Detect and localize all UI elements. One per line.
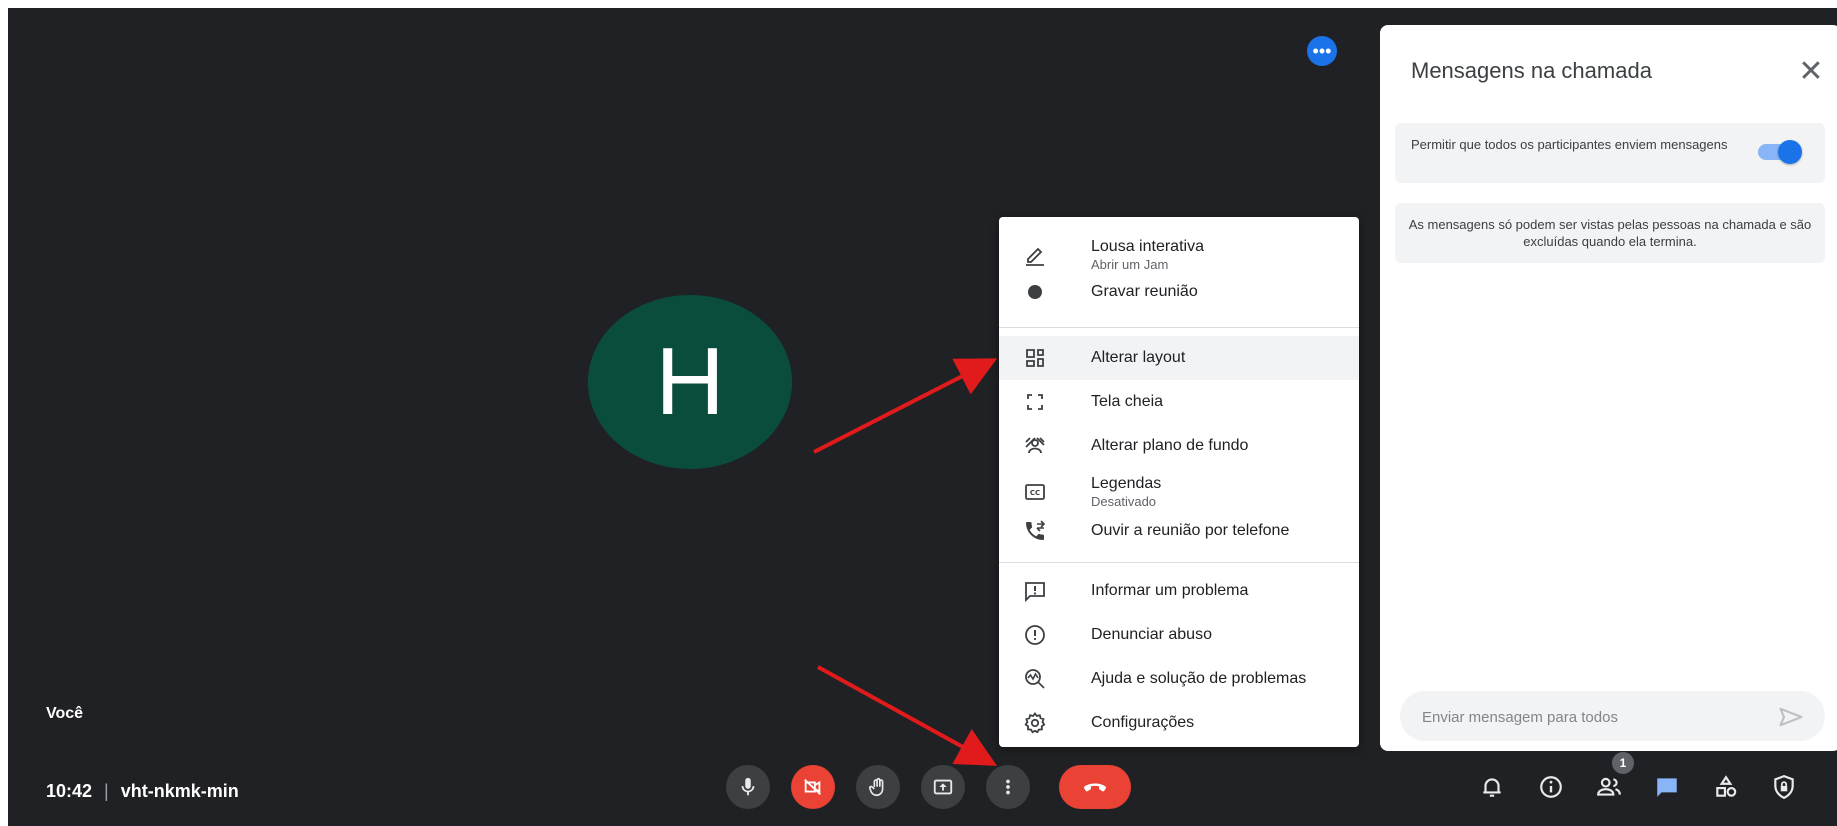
camera-button[interactable] <box>791 765 835 809</box>
settings-icon <box>1021 709 1049 737</box>
menu-item-fullscreen[interactable]: Tela cheia <box>999 380 1359 424</box>
record-icon <box>1021 278 1049 306</box>
menu-item-label: Alterar layout <box>1091 349 1186 366</box>
menu-item-label: Lousa interativa <box>1091 238 1204 255</box>
message-input-container <box>1400 691 1825 741</box>
report-icon <box>1021 621 1049 649</box>
close-icon[interactable]: ✕ <box>1793 53 1829 89</box>
permission-toggle[interactable] <box>1758 140 1802 164</box>
mic-icon <box>741 777 755 796</box>
leave-call-button[interactable] <box>1059 765 1131 809</box>
layout-icon <box>1021 344 1049 372</box>
menu-item-phone-audio[interactable]: Ouvir a reunião por telefone <box>999 516 1359 546</box>
bell-icon[interactable] <box>1474 769 1510 805</box>
avatar: H <box>588 295 792 469</box>
menu-item-sublabel: Desativado <box>1091 494 1157 509</box>
background-icon <box>1021 432 1049 460</box>
menu-item-sublabel: Abrir um Jam <box>1091 257 1169 272</box>
panel-title: Mensagens na chamada <box>1411 58 1652 83</box>
participants-badge: 1 <box>1612 752 1634 774</box>
options-menu: Lousa interativa Abrir um Jam Gravar reu… <box>999 217 1359 747</box>
meeting-stage: H Você ••• 10:42 | vht-nkmk-min 1 Mensag… <box>8 8 1837 826</box>
permission-text: Permitir que todos os participantes envi… <box>1411 137 1728 152</box>
menu-item-label: Ouvir a reunião por telefone <box>1091 522 1290 539</box>
meeting-code: vht-nkmk-min <box>120 781 239 801</box>
phone-forward-icon <box>1021 517 1049 545</box>
message-input[interactable] <box>1420 705 1754 729</box>
captions-icon: CC <box>1021 478 1049 506</box>
menu-item-change-layout[interactable]: Alterar layout <box>999 336 1359 380</box>
menu-item-report-abuse[interactable]: Denunciar abuso <box>999 613 1359 657</box>
menu-item-label: Tela cheia <box>1091 393 1164 410</box>
menu-item-captions[interactable]: CC Legendas Desativado <box>999 468 1359 516</box>
menu-item-label: Legendas <box>1091 475 1162 492</box>
hand-icon <box>868 777 884 797</box>
menu-item-label: Configurações <box>1091 714 1195 731</box>
more-vert-icon <box>1006 779 1010 795</box>
menu-item-report-problem[interactable]: Informar um problema <box>999 569 1359 613</box>
menu-item-label: Informar um problema <box>1091 582 1249 599</box>
toggle-knob <box>1778 140 1802 164</box>
meeting-info: 10:42 | vht-nkmk-min <box>46 781 239 802</box>
svg-text:CC: CC <box>1030 489 1040 497</box>
menu-item-label: Alterar plano de fundo <box>1091 437 1249 454</box>
pen-icon <box>1021 241 1049 269</box>
menu-item-whiteboard[interactable]: Lousa interativa Abrir um Jam <box>999 227 1359 283</box>
menu-item-change-background[interactable]: Alterar plano de fundo <box>999 424 1359 468</box>
permission-setting: Permitir que todos os participantes envi… <box>1395 123 1825 183</box>
activities-icon[interactable] <box>1708 769 1744 805</box>
self-name-label: Você <box>46 705 84 722</box>
present-screen-icon <box>933 779 953 795</box>
help-icon <box>1021 665 1049 693</box>
present-button[interactable] <box>921 765 965 809</box>
chat-icon[interactable] <box>1649 769 1685 805</box>
chat-panel: Mensagens na chamada ✕ Permitir que todo… <box>1380 25 1837 751</box>
more-horiz-icon[interactable]: ••• <box>1307 36 1337 66</box>
host-controls-icon[interactable] <box>1766 769 1802 805</box>
menu-item-label: Ajuda e solução de problemas <box>1091 670 1307 687</box>
info-message: As mensagens só podem ser vistas pelas p… <box>1395 203 1825 263</box>
menu-item-record[interactable]: Gravar reunião <box>999 279 1359 305</box>
meeting-time: 10:42 <box>46 781 93 801</box>
menu-item-label: Gravar reunião <box>1091 283 1198 300</box>
videocam-off-icon <box>804 778 821 796</box>
menu-item-help[interactable]: Ajuda e solução de problemas <box>999 657 1359 701</box>
more-options-button[interactable] <box>986 765 1030 809</box>
send-icon[interactable] <box>1777 703 1805 731</box>
fullscreen-icon <box>1021 388 1049 416</box>
menu-item-label: Denunciar abuso <box>1091 626 1212 643</box>
menu-divider <box>999 562 1359 563</box>
feedback-icon <box>1021 577 1049 605</box>
raise-hand-button[interactable] <box>856 765 900 809</box>
mic-button[interactable] <box>726 765 770 809</box>
people-icon[interactable] <box>1591 769 1627 805</box>
call-end-icon <box>1083 783 1107 792</box>
info-icon[interactable] <box>1533 769 1569 805</box>
divider: | <box>104 781 109 801</box>
menu-divider <box>999 327 1359 328</box>
menu-item-settings[interactable]: Configurações <box>999 701 1359 745</box>
